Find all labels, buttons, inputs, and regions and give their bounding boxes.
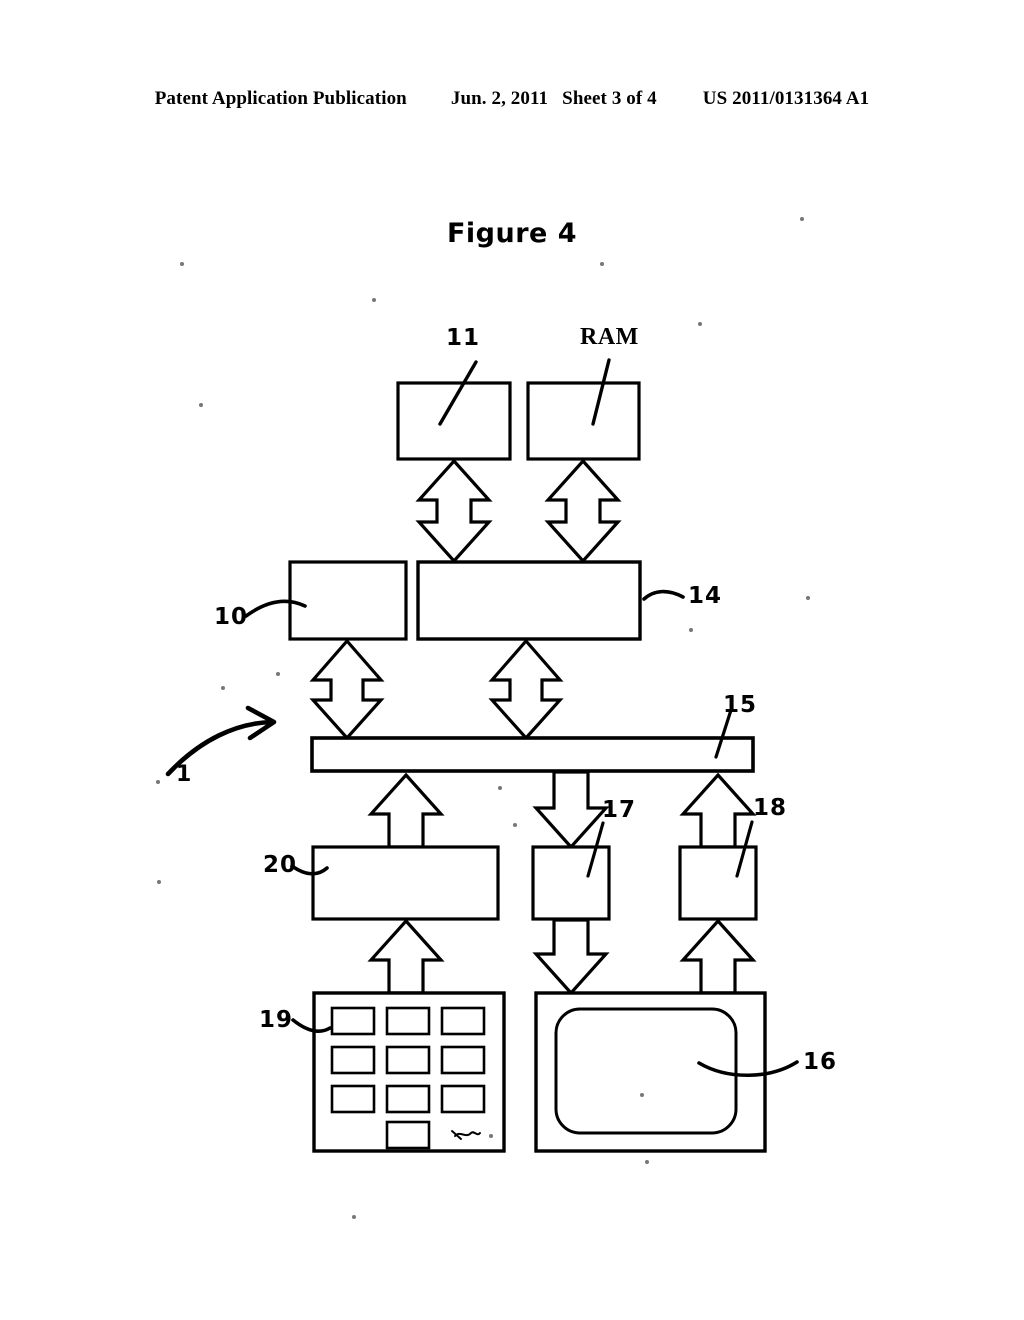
ref-label-18: 18 [753, 795, 788, 821]
key-9[interactable] [440, 1084, 486, 1114]
scan-speck [806, 596, 810, 600]
ref-label-20: 20 [263, 852, 298, 878]
leader-line-14 [642, 589, 685, 601]
block-11 [396, 381, 512, 461]
ref-label-16: 16 [803, 1049, 838, 1075]
block-10 [288, 560, 408, 641]
scan-speck [180, 262, 184, 266]
scan-speck [156, 780, 160, 784]
scan-speck [352, 1215, 356, 1219]
ref-label-17: 17 [602, 797, 637, 823]
display-screen-area [554, 1007, 738, 1135]
key-4[interactable] [330, 1045, 376, 1075]
scan-speck [800, 217, 804, 221]
scan-speck [498, 786, 502, 790]
scan-speck [689, 628, 693, 632]
arrow-display-to-18 [679, 918, 757, 995]
key-2[interactable] [385, 1006, 431, 1036]
arrow-18-to-bus [679, 772, 757, 849]
key-7[interactable] [330, 1084, 376, 1114]
scan-speck [221, 686, 225, 690]
arrow-ram-to-14 [544, 458, 622, 564]
block-15-bus [310, 736, 755, 773]
scan-speck [645, 1160, 649, 1164]
block-ram [526, 381, 641, 461]
arrow-11-to-14 [415, 458, 493, 564]
arrow-10-to-bus [309, 638, 385, 741]
key-5[interactable] [385, 1045, 431, 1075]
ref-label-15: 15 [723, 692, 758, 718]
key-8[interactable] [385, 1084, 431, 1114]
arrow-14-to-bus [488, 638, 564, 741]
block-17 [531, 845, 611, 921]
ref-label-10: 10 [214, 604, 249, 630]
scan-speck [513, 823, 517, 827]
scan-speck [199, 403, 203, 407]
scan-speck [698, 322, 702, 326]
ref-label-14: 14 [688, 583, 723, 609]
figure-drawing-area [0, 0, 1024, 1320]
scan-speck [640, 1093, 644, 1097]
ref-label-11: 11 [446, 325, 481, 351]
ref-label-1: 1 [176, 762, 193, 787]
scan-speck [157, 880, 161, 884]
scan-speck [276, 672, 280, 676]
block-18 [678, 845, 758, 921]
ref-label-ram: RAM [580, 324, 639, 350]
scan-speck [489, 1134, 493, 1138]
ref-label-19: 19 [259, 1007, 294, 1033]
key-0[interactable] [385, 1120, 431, 1150]
scan-speck [372, 298, 376, 302]
arrow-20-to-bus [367, 772, 445, 849]
key-3[interactable] [440, 1006, 486, 1036]
key-1[interactable] [330, 1006, 376, 1036]
arrow-17-to-display [532, 918, 610, 996]
scan-speck [600, 262, 604, 266]
key-6[interactable] [440, 1045, 486, 1075]
block-20 [311, 845, 500, 921]
arrow-bus-to-17 [532, 770, 610, 850]
arrow-keypad-to-20 [367, 918, 445, 995]
block-14 [416, 560, 642, 641]
